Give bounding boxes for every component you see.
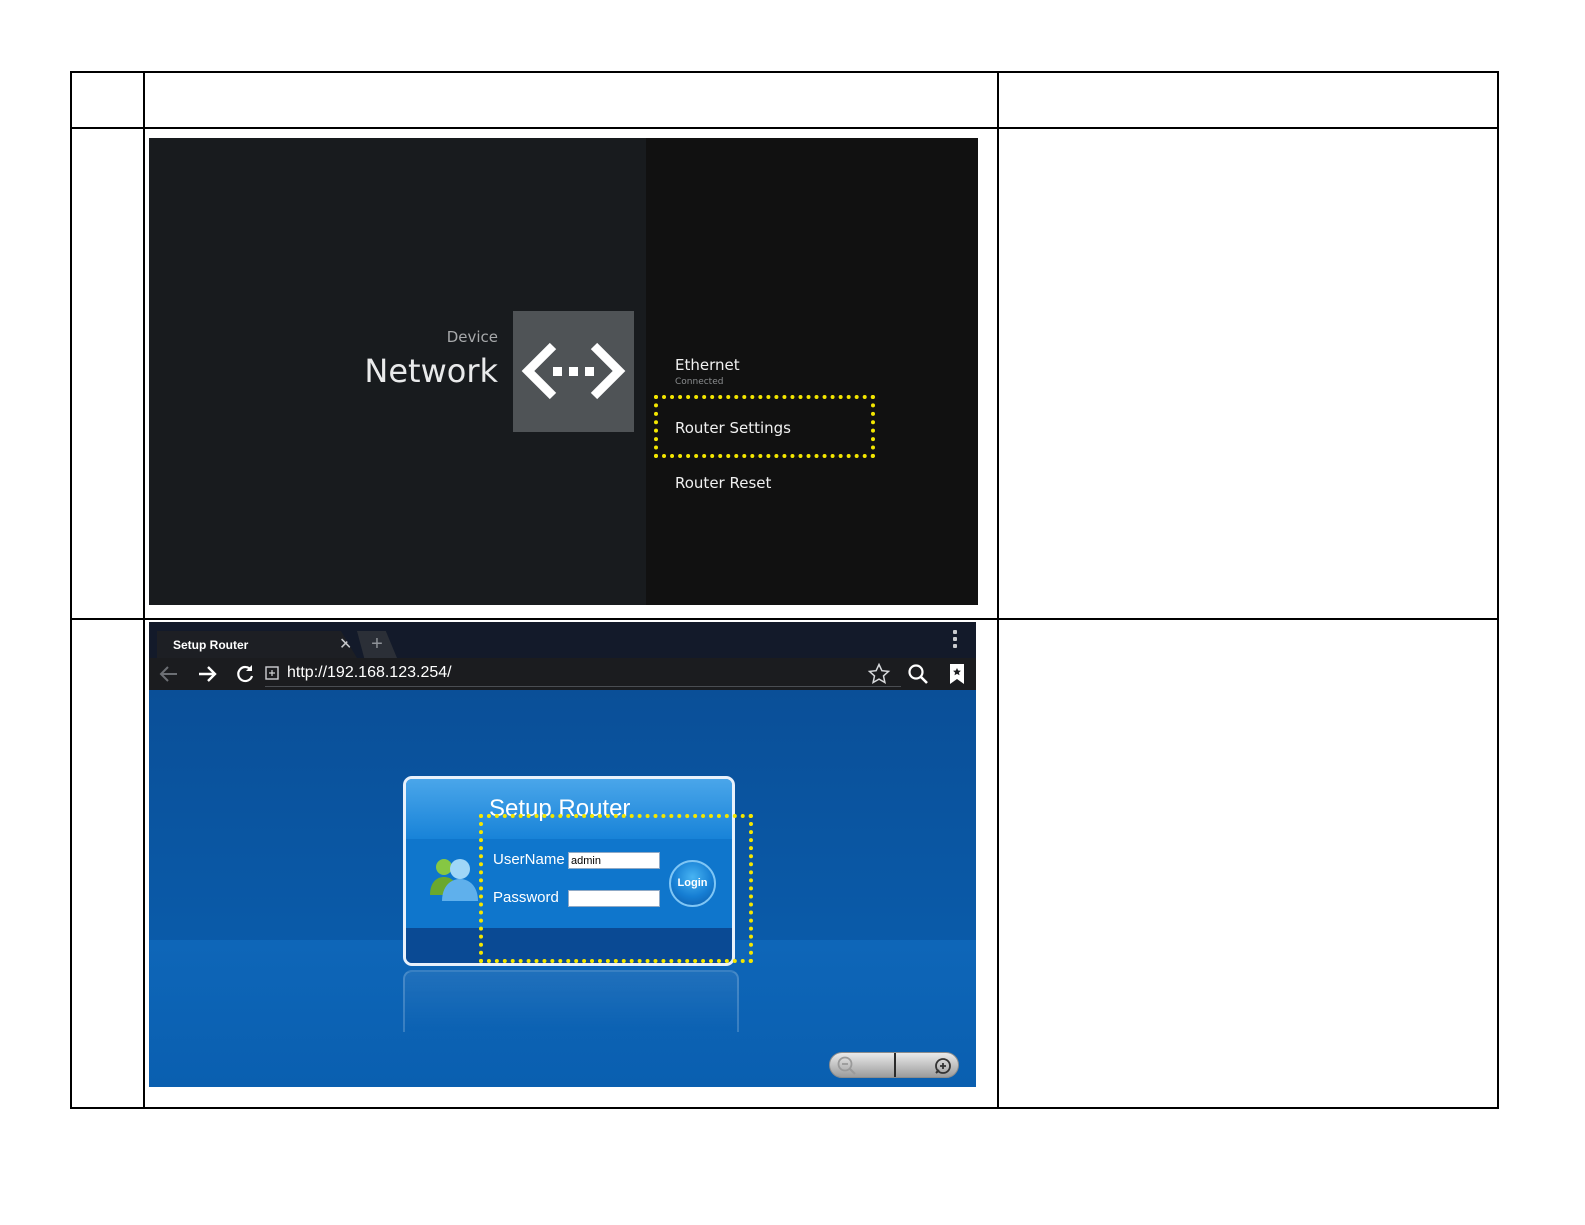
header-cell-notes (997, 71, 1499, 129)
back-arrow-icon[interactable] (157, 662, 181, 686)
header-cell-step (70, 71, 145, 129)
row2-step-cell (70, 618, 145, 1109)
bookmarks-icon[interactable] (945, 662, 969, 686)
row2-notes-cell (997, 618, 1499, 1109)
highlight-login-area (479, 814, 753, 963)
url-underline (265, 686, 901, 687)
close-icon[interactable]: ✕ (339, 637, 352, 653)
router-login-page: Setup Router UserName admin Password Log… (149, 690, 976, 1087)
zoom-out-icon[interactable] (836, 1055, 858, 1077)
new-tab-button[interactable]: + (357, 631, 397, 658)
tv-network-screenshot: Device Network Ethernet Connected Router… (149, 138, 978, 605)
network-arrows-icon (521, 342, 626, 400)
login-panel-reflection (403, 970, 739, 1032)
table-row: Device Network Ethernet Connected Router… (70, 127, 1499, 620)
zoom-in-icon[interactable] (932, 1055, 954, 1077)
table-row: Setup Router ✕ + http://192.168.123.254/… (70, 618, 1499, 1109)
highlight-router-settings (654, 395, 875, 458)
header-cell-screen (143, 71, 999, 129)
star-icon[interactable] (867, 662, 891, 686)
header-row (70, 71, 1499, 129)
users-icon (430, 859, 478, 901)
tab-title: Setup Router (173, 638, 249, 652)
row1-screen-cell: Device Network Ethernet Connected Router… (143, 127, 999, 620)
browser-toolbar: http://192.168.123.254/ (149, 658, 976, 690)
menu-item-router-reset[interactable]: Router Reset (675, 474, 771, 492)
tab-bar: Setup Router ✕ + (149, 622, 976, 658)
zoom-divider (894, 1053, 896, 1077)
tab-setup-router[interactable]: Setup Router ✕ (157, 631, 357, 658)
page-title: Network (364, 352, 498, 390)
menu-item-ethernet[interactable]: Ethernet (675, 356, 740, 374)
search-icon[interactable] (906, 662, 930, 686)
breadcrumb: Device (446, 328, 498, 346)
url-field[interactable]: http://192.168.123.254/ (287, 664, 452, 682)
reload-icon[interactable] (233, 662, 257, 686)
forward-arrow-icon[interactable] (195, 662, 219, 686)
browser-screenshot: Setup Router ✕ + http://192.168.123.254/… (149, 622, 976, 1087)
row1-step-cell (70, 127, 145, 620)
site-info-icon[interactable] (265, 666, 279, 680)
overflow-menu-icon[interactable] (952, 630, 958, 650)
zoom-control (829, 1052, 959, 1078)
network-icon-tile (513, 311, 634, 432)
document-table: Device Network Ethernet Connected Router… (70, 71, 1499, 1109)
ethernet-status: Connected (675, 377, 724, 387)
row2-screen-cell: Setup Router ✕ + http://192.168.123.254/… (143, 618, 999, 1109)
row1-notes-cell (997, 127, 1499, 620)
